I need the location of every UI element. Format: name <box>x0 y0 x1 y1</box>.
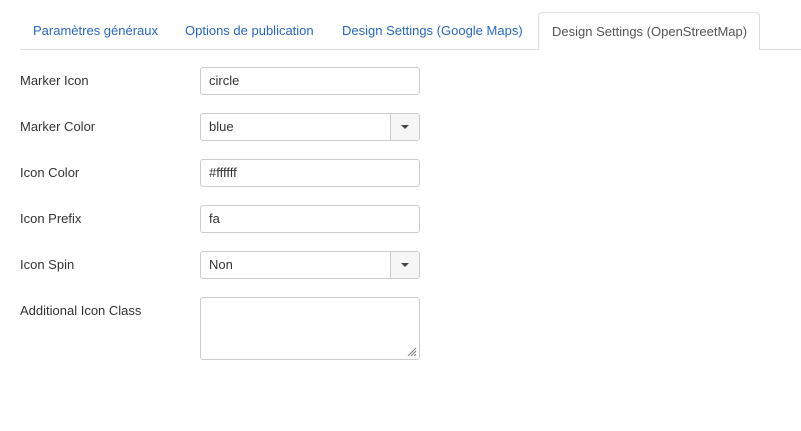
design-settings-page: Paramètres généraux Options de publicati… <box>0 0 801 431</box>
resize-grip-icon[interactable] <box>405 345 417 357</box>
icon-spin-label: Icon Spin <box>20 257 75 272</box>
marker-color-select[interactable]: blue <box>200 113 420 141</box>
icon-prefix-label: Icon Prefix <box>20 211 82 226</box>
chevron-down-icon <box>401 125 409 129</box>
marker-icon-input[interactable]: circle <box>200 67 420 95</box>
marker-icon-label: Marker Icon <box>20 73 89 88</box>
icon-prefix-input[interactable]: fa <box>200 205 420 233</box>
tab-options-de-publication[interactable]: Options de publication <box>172 12 327 48</box>
tab-design-settings-google-maps[interactable]: Design Settings (Google Maps) <box>329 12 536 48</box>
additional-icon-class-label: Additional Icon Class <box>20 303 142 318</box>
icon-spin-value: Non <box>209 257 233 272</box>
chevron-down-icon <box>401 263 409 267</box>
marker-color-dropdown-button[interactable] <box>390 114 419 140</box>
marker-color-label: Marker Color <box>20 119 96 134</box>
icon-spin-dropdown-button[interactable] <box>390 252 419 278</box>
additional-icon-class-textarea[interactable] <box>200 297 420 360</box>
icon-spin-select[interactable]: Non <box>200 251 420 279</box>
marker-color-value: blue <box>209 119 234 134</box>
tab-parametres-generaux[interactable]: Paramètres généraux <box>20 12 171 48</box>
settings-tabs: Paramètres généraux Options de publicati… <box>20 12 801 50</box>
icon-color-input[interactable]: #ffffff <box>200 159 420 187</box>
icon-color-label: Icon Color <box>20 165 80 180</box>
tab-design-settings-openstreetmap[interactable]: Design Settings (OpenStreetMap) <box>538 12 760 50</box>
